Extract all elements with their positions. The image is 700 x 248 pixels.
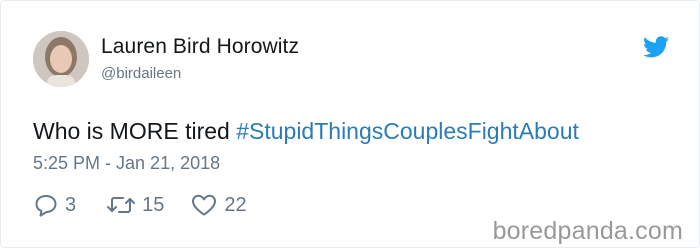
- retweet-count: 15: [142, 193, 165, 216]
- watermark: boredpanda.com: [492, 217, 683, 245]
- tweet-text-plain: Who is MORE tired: [33, 118, 230, 144]
- tweet-actions: 3 15 22: [33, 193, 247, 217]
- like-button[interactable]: 22: [190, 193, 247, 217]
- retweet-icon: [107, 197, 136, 213]
- author-name[interactable]: Lauren Bird Horowitz: [101, 35, 299, 59]
- twitter-bird-icon[interactable]: [643, 36, 669, 58]
- avatar[interactable]: [33, 31, 89, 87]
- tweet-timestamp[interactable]: 5:25 PM - Jan 21, 2018: [33, 153, 220, 174]
- like-count: 22: [224, 193, 247, 216]
- author-handle[interactable]: @birdaileen: [101, 65, 181, 82]
- reply-button[interactable]: 3: [33, 193, 76, 217]
- heart-icon: [192, 194, 217, 216]
- reply-icon: [35, 195, 57, 217]
- tweet-card: Lauren Bird Horowitz @birdaileen Who is …: [0, 0, 700, 248]
- hashtag-link[interactable]: #StupidThingsCouplesFightAbout: [236, 118, 579, 144]
- reply-count: 3: [65, 193, 77, 216]
- tweet-text: Who is MORE tired #StupidThingsCouplesFi…: [33, 118, 579, 145]
- retweet-button[interactable]: 15: [106, 193, 164, 217]
